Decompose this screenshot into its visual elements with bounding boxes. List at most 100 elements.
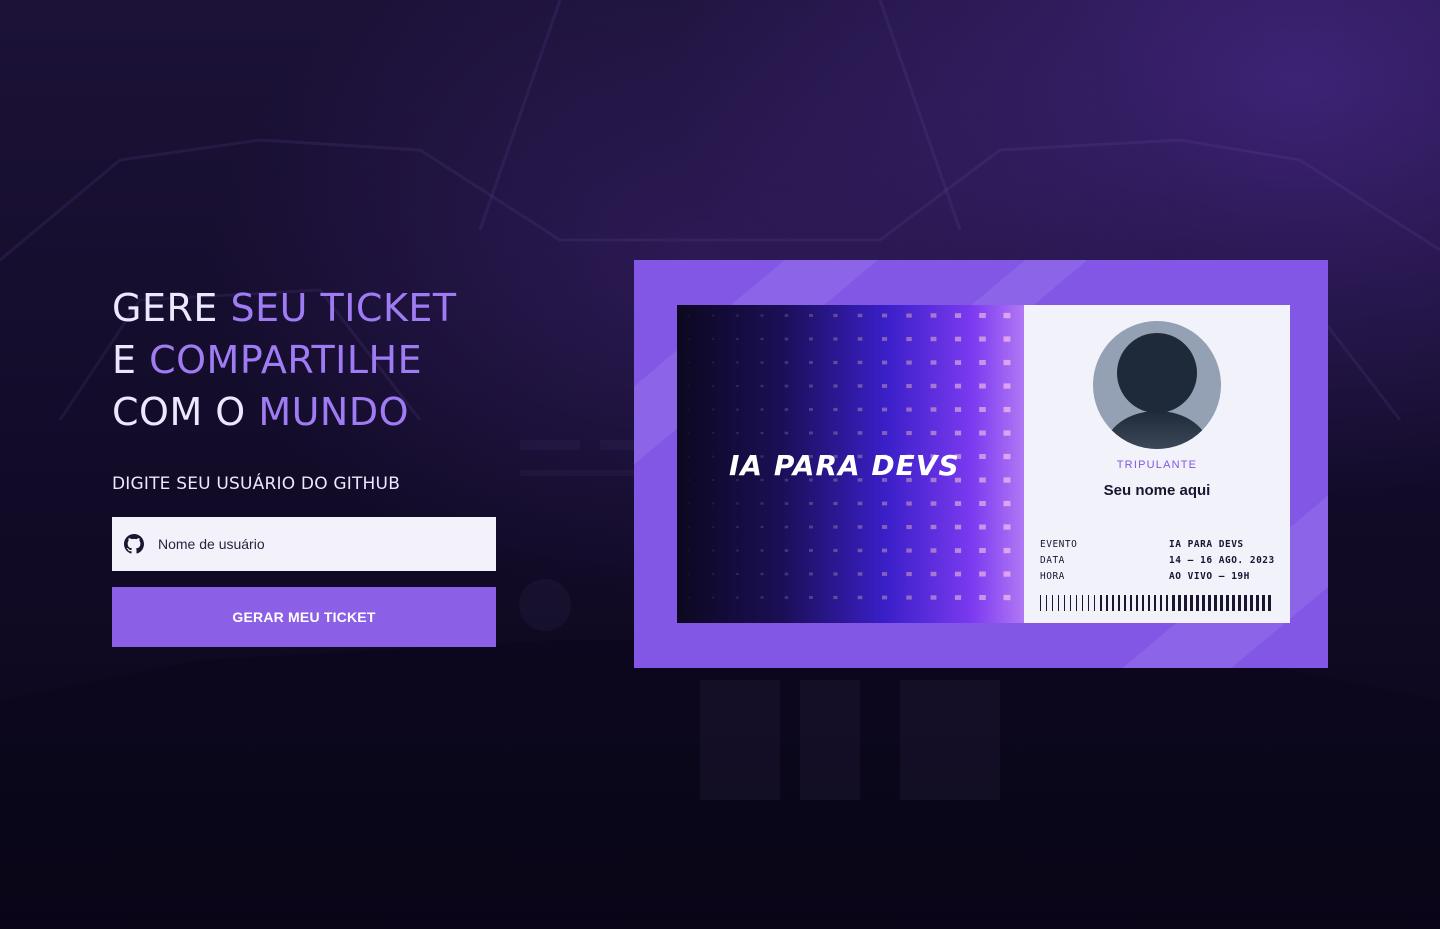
avatar bbox=[1093, 321, 1221, 449]
grid-dot bbox=[857, 313, 863, 318]
barcode-bar bbox=[1040, 595, 1041, 611]
grid-dot bbox=[760, 361, 764, 364]
generate-ticket-button[interactable]: GERAR MEU TICKET bbox=[112, 587, 496, 647]
grid-dot bbox=[954, 595, 962, 600]
barcode-bar bbox=[1052, 595, 1053, 611]
grid-dot bbox=[736, 549, 739, 552]
grid-dot bbox=[784, 502, 789, 505]
barcode-bar bbox=[1178, 595, 1181, 611]
grid-dot bbox=[760, 549, 764, 552]
grid-dot bbox=[833, 313, 838, 318]
grid-dot bbox=[857, 595, 863, 600]
grid-dot bbox=[1003, 453, 1011, 460]
headline-accent-text: SEU TICKET bbox=[230, 286, 457, 330]
grid-dot bbox=[882, 501, 888, 506]
grid-dot bbox=[784, 361, 789, 364]
grid-dot bbox=[760, 337, 764, 341]
grid-dot bbox=[930, 360, 937, 365]
barcode-bar bbox=[1106, 595, 1108, 611]
username-input[interactable] bbox=[156, 535, 480, 553]
grid-dot bbox=[809, 337, 813, 341]
role-label: TRIPULANTE bbox=[1116, 459, 1198, 471]
barcode-bar bbox=[1076, 595, 1077, 611]
grid-dot bbox=[882, 407, 888, 412]
barcode-bar bbox=[1136, 595, 1138, 611]
grid-dot bbox=[809, 549, 813, 552]
barcode-bar bbox=[1160, 595, 1162, 611]
detail-value: IA PARA DEVS bbox=[1169, 539, 1244, 550]
grid-dot bbox=[736, 502, 739, 505]
grid-dot bbox=[857, 407, 863, 412]
grid-dot bbox=[930, 383, 937, 389]
grid-dot bbox=[882, 431, 888, 435]
grid-dot bbox=[736, 526, 739, 529]
grid-dot bbox=[687, 526, 690, 528]
grid-dot bbox=[784, 337, 789, 341]
github-username-label: DIGITE SEU USUÁRIO DO GITHUB bbox=[112, 474, 401, 494]
grid-dot bbox=[930, 336, 937, 342]
grid-dot bbox=[979, 407, 986, 412]
barcode-bar bbox=[1064, 595, 1065, 611]
grid-dot bbox=[882, 548, 888, 553]
grid-dot bbox=[687, 338, 690, 340]
grid-dot bbox=[954, 360, 962, 365]
barcode-bar bbox=[1238, 595, 1241, 611]
grid-dot bbox=[857, 548, 863, 553]
grid-dot bbox=[1003, 500, 1011, 507]
grid-dot bbox=[1003, 547, 1011, 554]
grid-dot bbox=[954, 336, 962, 342]
barcode-bar bbox=[1220, 595, 1223, 611]
grid-dot bbox=[833, 407, 838, 412]
grid-dot bbox=[1003, 524, 1011, 530]
barcode-bar bbox=[1082, 595, 1083, 611]
barcode-bar bbox=[1256, 595, 1259, 611]
grid-dot bbox=[906, 313, 912, 318]
barcode-bar bbox=[1184, 595, 1187, 611]
grid-dot bbox=[882, 525, 888, 529]
grid-dot bbox=[687, 479, 690, 481]
grid-dot bbox=[857, 525, 863, 529]
grid-dot bbox=[906, 501, 912, 506]
barcode-bar bbox=[1130, 595, 1132, 611]
barcode-bar bbox=[1172, 595, 1175, 611]
grid-dot bbox=[1003, 571, 1011, 577]
grid-dot bbox=[833, 572, 838, 576]
headline-accent-text: COMPARTILHE bbox=[149, 338, 423, 382]
grid-dot bbox=[1003, 359, 1011, 366]
grid-dot bbox=[1003, 594, 1011, 601]
grid-dot bbox=[954, 524, 962, 530]
ticket-info-panel: TRIPULANTE Seu nome aqui EVENTO IA PARA … bbox=[1024, 305, 1290, 623]
barcode-bar bbox=[1112, 595, 1114, 611]
barcode-bar bbox=[1100, 595, 1102, 611]
detail-value: 14 — 16 AGO. 2023 bbox=[1169, 555, 1275, 566]
detail-key: HORA bbox=[1040, 571, 1065, 582]
grid-dot bbox=[736, 408, 739, 411]
github-icon bbox=[124, 534, 144, 554]
grid-dot bbox=[979, 477, 986, 483]
grid-dot bbox=[979, 524, 986, 530]
grid-dot bbox=[954, 313, 962, 318]
grid-dot bbox=[711, 314, 715, 317]
grid-dot bbox=[906, 337, 912, 342]
grid-dot bbox=[809, 408, 813, 411]
grid-dot bbox=[882, 337, 888, 341]
barcode-bar bbox=[1268, 595, 1271, 611]
barcode-bar bbox=[1214, 595, 1217, 611]
grid-dot bbox=[979, 501, 986, 506]
attendee-name: Seu nome aqui bbox=[1103, 482, 1211, 499]
username-field[interactable] bbox=[112, 517, 496, 571]
grid-dot bbox=[711, 526, 715, 528]
grid-dot bbox=[979, 336, 986, 342]
grid-dot bbox=[760, 502, 764, 505]
grid-dot bbox=[906, 407, 912, 412]
brand-logo: IA PARA DEVS bbox=[729, 449, 960, 482]
grid-dot bbox=[687, 408, 690, 411]
grid-dot bbox=[930, 407, 937, 412]
grid-dot bbox=[809, 572, 813, 576]
grid-dot bbox=[711, 385, 715, 387]
headline-text: E bbox=[112, 338, 137, 382]
headline-line-2: E COMPARTILHE bbox=[112, 338, 422, 382]
ticket-card: IA PARA DEVS TRIPULANTE Seu nome aqui EV… bbox=[634, 260, 1328, 668]
grid-dot bbox=[687, 502, 690, 505]
detail-row: HORA AO VIVO — 19H bbox=[1040, 569, 1280, 585]
